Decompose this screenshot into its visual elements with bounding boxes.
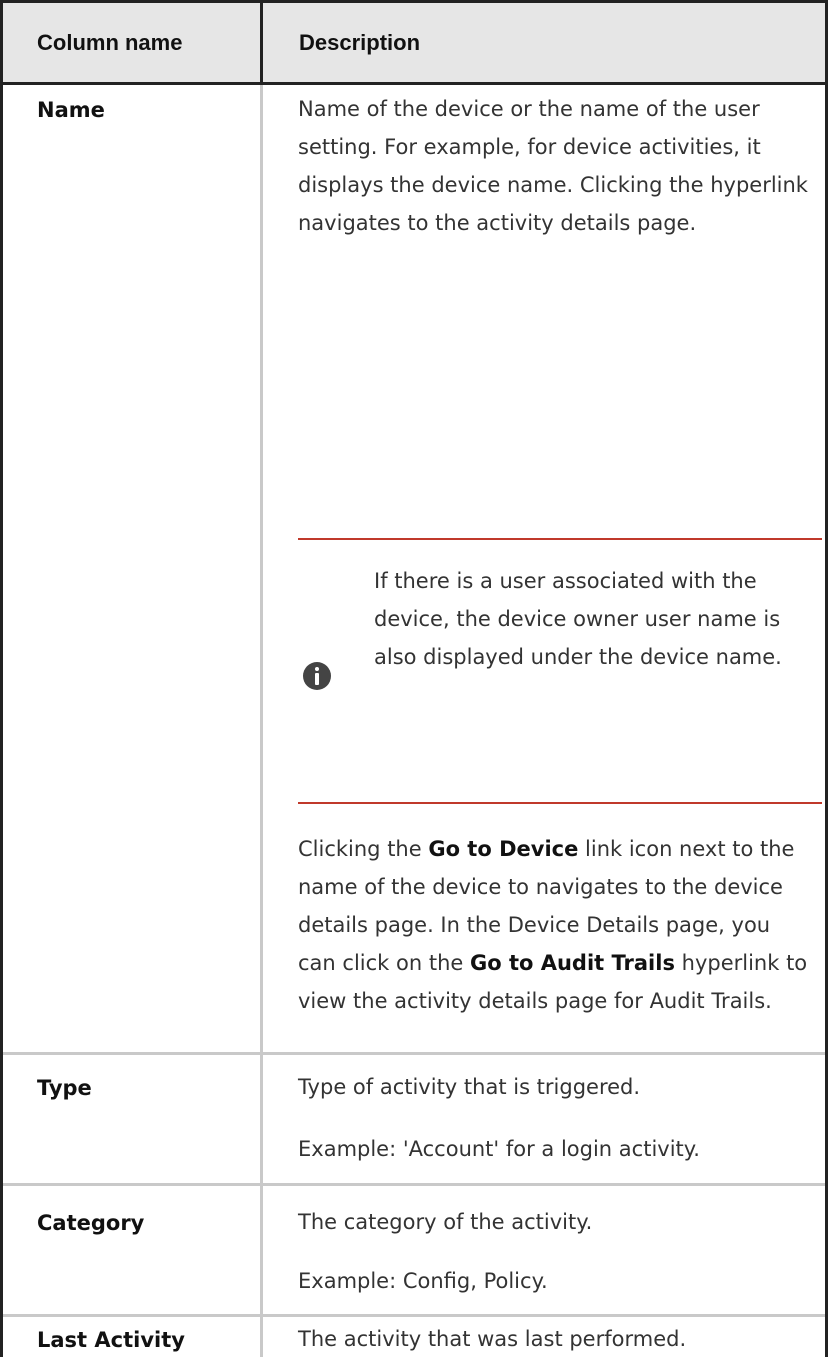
note-text: If there is a user associated with the d…	[374, 569, 782, 669]
row-last-activity-label: Last Activity	[37, 1328, 185, 1352]
header-column-name: Column name	[37, 30, 183, 55]
row-type-description: Type of activity that is triggered.	[298, 1075, 641, 1099]
row-category-description: The category of the activity.	[298, 1210, 593, 1234]
row-name-description-2: Clicking the Go to Device link icon next…	[298, 830, 808, 1020]
row-name-description: Name of the device or the name of the us…	[298, 97, 808, 235]
table-header: Column name Description	[3, 3, 825, 85]
row-divider	[3, 1314, 825, 1317]
row-type-label: Type	[37, 1076, 92, 1100]
header-description: Description	[299, 30, 421, 55]
column-divider	[260, 85, 263, 1357]
row-divider	[3, 1183, 825, 1186]
note-bottom-rule	[298, 802, 822, 804]
go-to-audit-trails-label: Go to Audit Trails	[469, 951, 675, 975]
table-border-left	[0, 0, 3, 1357]
table-border-right	[825, 0, 828, 1357]
row-last-activity-description: The activity that was last performed.	[298, 1327, 687, 1351]
note-top-rule	[298, 538, 822, 540]
go-to-device-label: Go to Device	[428, 837, 579, 861]
column-description-table: Column name Description Name Name of the…	[0, 0, 831, 1357]
desc2-text-1: Clicking the	[298, 837, 429, 861]
row-category-label: Category	[37, 1211, 145, 1235]
row-type-example: Example: 'Account' for a login activity.	[298, 1137, 700, 1161]
row-name-label: Name	[37, 98, 105, 122]
header-divider	[260, 3, 263, 82]
info-icon	[303, 662, 331, 690]
row-category-example: Example: Config, Policy.	[298, 1269, 548, 1293]
row-divider	[3, 1052, 825, 1055]
